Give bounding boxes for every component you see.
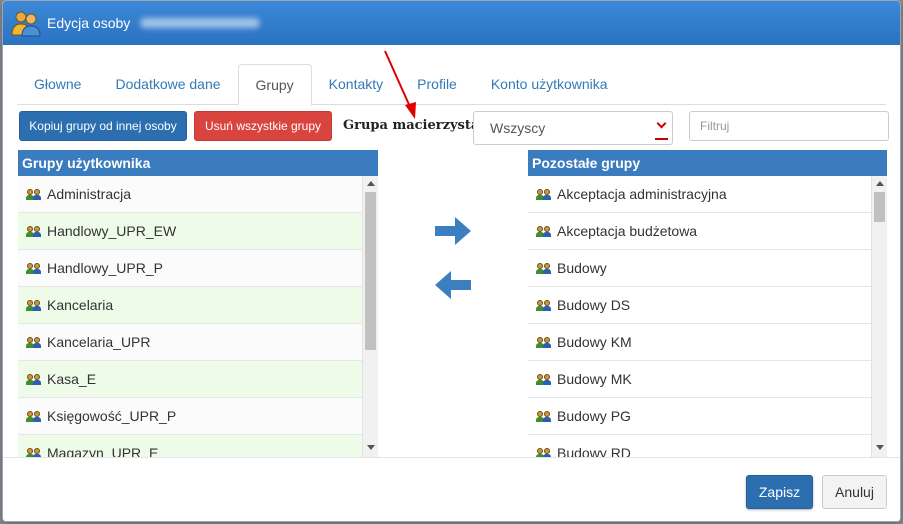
group-icon [536,188,552,200]
tab-dodatkowe-dane[interactable]: Dodatkowe dane [98,64,237,104]
list-item[interactable]: Kasa_E [18,361,362,398]
list-item[interactable]: Akceptacja budżetowa [528,213,871,250]
group-icon [536,225,552,237]
remove-all-groups-button[interactable]: Usuń wszystkie grupy [194,111,332,141]
dialog-titlebar: Edycja osoby [3,1,900,45]
scrollbar-thumb[interactable] [874,192,885,222]
edit-person-dialog: Edycja osoby Głowne Dodatkowe dane Grupy… [2,0,901,522]
users-icon [11,9,41,37]
chevron-down-icon [656,118,667,129]
list-item[interactable]: Kancelaria_UPR [18,324,362,361]
dropdown-underline [655,138,668,140]
groups-toolbar: Kopiuj grupy od innej osoby Usuń wszystk… [19,111,889,145]
arrow-right-icon [435,217,471,245]
group-icon [26,225,42,237]
group-icon [536,299,552,311]
list-item[interactable]: Budowy RD [528,435,871,458]
list-item-label: Akceptacja administracyjna [557,186,727,202]
annotation-arrow [384,50,416,119]
group-icon [536,410,552,422]
move-right-button[interactable] [435,217,471,245]
other-groups-header: Pozostałe grupy [528,150,887,176]
redacted-person-name [140,18,261,28]
group-icon [26,299,42,311]
scroll-down-icon[interactable] [367,445,375,450]
other-groups-list: Akceptacja administracyjna Akceptacja bu… [528,176,871,458]
scroll-up-icon[interactable] [367,181,375,186]
tab-bar: Głowne Dodatkowe dane Grupy Kontakty Pro… [17,64,886,106]
parent-group-select[interactable]: Wszyscy [473,111,673,145]
user-groups-header: Grupy użytkownika [18,150,378,176]
list-item[interactable]: Magazyn_UPR_E [18,435,362,458]
list-item[interactable]: Akceptacja administracyjna [528,176,871,213]
list-item-label: Akceptacja budżetowa [557,223,698,239]
group-icon [26,262,42,274]
scrollbar-thumb[interactable] [365,192,376,350]
dialog-title: Edycja osoby [47,15,131,31]
list-item-label: Handlowy_UPR_EW [47,223,177,239]
tab-grupy[interactable]: Grupy [237,64,312,106]
group-icon [26,373,42,385]
list-item-label: Budowy PG [557,408,631,424]
group-icon [26,410,42,422]
copy-groups-button[interactable]: Kopiuj grupy od innej osoby [19,111,187,141]
other-groups-panel: Pozostałe grupy Akceptacja administracyj… [528,150,887,458]
list-item-label: Budowy MK [557,371,632,387]
list-item[interactable]: Handlowy_UPR_P [18,250,362,287]
scroll-down-icon[interactable] [876,445,884,450]
list-item[interactable]: Kancelaria [18,287,362,324]
list-item-label: Budowy DS [557,297,631,313]
parent-group-value: Wszyscy [490,120,546,136]
scroll-up-icon[interactable] [876,181,884,186]
list-item-label: Administracja [47,186,132,202]
user-groups-list: Administracja Handlowy_UPR_EW Handlowy_U… [18,176,362,458]
group-icon [536,262,552,274]
arrow-left-icon [435,271,471,299]
cancel-button[interactable]: Anuluj [822,475,887,509]
list-item[interactable]: Księgowość_UPR_P [18,398,362,435]
group-icon [536,336,552,348]
user-groups-panel: Grupy użytkownika Administracja Handlowy… [18,150,378,458]
list-item-label: Handlowy_UPR_P [47,260,163,276]
group-icon [26,188,42,200]
user-groups-scrollbar[interactable] [362,176,378,458]
group-icon [26,336,42,348]
list-item[interactable]: Handlowy_UPR_EW [18,213,362,250]
list-item-label: Kancelaria [47,297,114,313]
list-item-label: Budowy KM [557,334,632,350]
list-item[interactable]: Budowy PG [528,398,871,435]
list-item-label: Kancelaria_UPR [47,334,151,350]
other-groups-scrollbar[interactable] [871,176,887,458]
list-item-label: Budowy [557,260,607,276]
tab-konto-uzytkownika[interactable]: Konto użytkownika [474,64,625,104]
list-item[interactable]: Budowy [528,250,871,287]
filter-input[interactable] [689,111,889,141]
group-icon [536,373,552,385]
tab-glowne[interactable]: Głowne [17,64,98,104]
list-item[interactable]: Budowy KM [528,324,871,361]
list-item[interactable]: Administracja [18,176,362,213]
move-left-button[interactable] [435,271,471,299]
list-item-label: Kasa_E [47,371,97,387]
list-item[interactable]: Budowy DS [528,287,871,324]
list-item-label: Księgowość_UPR_P [47,408,177,424]
list-item[interactable]: Budowy MK [528,361,871,398]
save-button[interactable]: Zapisz [746,475,813,509]
dialog-footer: Zapisz Anuluj [3,457,900,521]
